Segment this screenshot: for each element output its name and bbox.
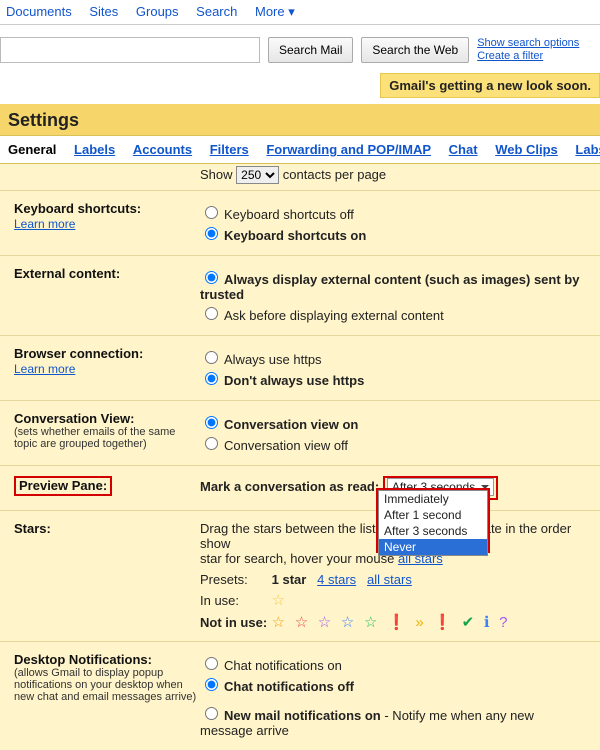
nav-more[interactable]: More ▾ bbox=[255, 4, 295, 19]
preview-pane-label: Preview Pane: bbox=[14, 476, 112, 496]
external-content-row: External content: Always display externa… bbox=[0, 256, 600, 336]
external-ask-label: Ask before displaying external content bbox=[224, 308, 444, 323]
external-ask-radio[interactable] bbox=[205, 307, 218, 320]
star-yellow-icon[interactable]: ☆ bbox=[272, 592, 285, 609]
nav-sites[interactable]: Sites bbox=[89, 4, 118, 19]
top-nav: Documents Sites Groups Search More ▾ bbox=[0, 0, 600, 25]
https-always-radio[interactable] bbox=[205, 351, 218, 364]
tab-accounts[interactable]: Accounts bbox=[133, 142, 192, 157]
conv-on-radio[interactable] bbox=[205, 416, 218, 429]
keyboard-learn-more-link[interactable]: Learn more bbox=[14, 217, 75, 231]
mark-as-read-menu: Immediately After 1 second After 3 secon… bbox=[378, 490, 488, 556]
conv-off-label: Conversation view off bbox=[224, 438, 348, 453]
bang-yellow-icon[interactable]: ❗ bbox=[433, 614, 452, 631]
bang-red-icon[interactable]: ❗ bbox=[387, 614, 406, 631]
settings-title: Settings bbox=[0, 104, 600, 135]
desktop-notifications-sub: (allows Gmail to display popup notificat… bbox=[14, 667, 200, 703]
stars-row: Stars: Drag the stars between the lists.… bbox=[0, 511, 600, 642]
browser-learn-more-link[interactable]: Learn more bbox=[14, 362, 75, 376]
https-not-always-radio[interactable] bbox=[205, 372, 218, 385]
show-search-options-link[interactable]: Show search options bbox=[477, 37, 579, 49]
show-label: Show bbox=[200, 167, 233, 182]
conv-on-label: Conversation view on bbox=[224, 417, 358, 432]
star-orange-icon[interactable]: ☆ bbox=[272, 614, 285, 631]
option-after-1s[interactable]: After 1 second bbox=[379, 507, 487, 523]
external-always-label: Always display external content (such as… bbox=[200, 272, 579, 302]
keyboard-shortcuts-row: Keyboard shortcuts: Learn more Keyboard … bbox=[0, 191, 600, 256]
check-green-icon[interactable]: ✔ bbox=[462, 614, 475, 631]
presets-label: Presets: bbox=[200, 572, 268, 587]
conversation-view-sub: (sets whether emails of the same topic a… bbox=[14, 426, 200, 450]
external-content-label: External content: bbox=[14, 266, 120, 281]
option-immediately[interactable]: Immediately bbox=[379, 491, 487, 507]
external-always-radio[interactable] bbox=[205, 271, 218, 284]
nav-groups[interactable]: Groups bbox=[136, 4, 179, 19]
tab-labels[interactable]: Labels bbox=[74, 142, 115, 157]
star-red-icon[interactable]: ☆ bbox=[295, 614, 308, 631]
keyboard-on-radio[interactable] bbox=[205, 227, 218, 240]
not-in-use-label: Not in use: bbox=[200, 615, 268, 630]
settings-panel: Settings General Labels Accounts Filters… bbox=[0, 104, 600, 750]
show-suffix: contacts per page bbox=[283, 167, 386, 182]
browser-connection-label: Browser connection: bbox=[14, 346, 143, 361]
nav-search[interactable]: Search bbox=[196, 4, 237, 19]
tab-forwarding[interactable]: Forwarding and POP/IMAP bbox=[266, 142, 431, 157]
in-use-label: In use: bbox=[200, 593, 268, 608]
stars-label: Stars: bbox=[14, 521, 51, 536]
new-look-banner: Gmail's getting a new look soon. bbox=[380, 73, 600, 98]
page-size-select[interactable]: 250 bbox=[236, 166, 279, 184]
preview-pane-row: Preview Pane: Mark a conversation as rea… bbox=[0, 466, 600, 511]
tab-filters[interactable]: Filters bbox=[210, 142, 249, 157]
chat-notif-off-label: Chat notifications off bbox=[224, 679, 354, 694]
conv-off-radio[interactable] bbox=[205, 437, 218, 450]
search-web-button[interactable]: Search the Web bbox=[361, 37, 469, 63]
browser-connection-row: Browser connection: Learn more Always us… bbox=[0, 336, 600, 401]
page-size-row: Show 250 contacts per page bbox=[0, 164, 600, 191]
nav-documents[interactable]: Documents bbox=[6, 4, 72, 19]
mail-notif-on-radio[interactable] bbox=[205, 707, 218, 720]
info-blue-icon[interactable]: ℹ bbox=[484, 614, 490, 631]
chat-notif-on-radio[interactable] bbox=[205, 657, 218, 670]
keyboard-off-radio[interactable] bbox=[205, 206, 218, 219]
search-links: Show search options Create a filter bbox=[477, 37, 579, 63]
preset-1star[interactable]: 1 star bbox=[272, 572, 307, 587]
star-purple-icon[interactable]: ☆ bbox=[318, 614, 331, 631]
settings-content: Show 250 contacts per page Keyboard shor… bbox=[0, 164, 600, 750]
conversation-view-label: Conversation View: bbox=[14, 411, 134, 426]
tab-labs[interactable]: Labs bbox=[575, 142, 600, 157]
settings-tabs: General Labels Accounts Filters Forwardi… bbox=[0, 135, 600, 164]
keyboard-off-label: Keyboard shortcuts off bbox=[224, 207, 354, 222]
question-purple-icon[interactable]: ? bbox=[499, 614, 507, 631]
chat-notif-off-radio[interactable] bbox=[205, 678, 218, 691]
keyboard-shortcuts-label: Keyboard shortcuts: bbox=[14, 201, 141, 216]
mail-notif-on-label: New mail notifications on bbox=[224, 708, 381, 723]
search-mail-button[interactable]: Search Mail bbox=[268, 37, 353, 63]
arrow-yellow-icon[interactable]: » bbox=[415, 614, 423, 631]
tab-general[interactable]: General bbox=[8, 142, 56, 157]
https-always-label: Always use https bbox=[224, 352, 322, 367]
tab-webclips[interactable]: Web Clips bbox=[495, 142, 558, 157]
option-never[interactable]: Never bbox=[379, 539, 487, 555]
search-bar: Search Mail Search the Web Show search o… bbox=[0, 25, 600, 73]
create-filter-link[interactable]: Create a filter bbox=[477, 50, 543, 62]
https-not-always-label: Don't always use https bbox=[224, 373, 364, 388]
preset-4stars[interactable]: 4 stars bbox=[317, 572, 356, 587]
desktop-notifications-row: Desktop Notifications: (allows Gmail to … bbox=[0, 642, 600, 750]
chat-notif-on-label: Chat notifications on bbox=[224, 658, 342, 673]
option-after-3s[interactable]: After 3 seconds bbox=[379, 523, 487, 539]
keyboard-on-label: Keyboard shortcuts on bbox=[224, 228, 366, 243]
search-input[interactable] bbox=[0, 37, 260, 63]
tab-chat[interactable]: Chat bbox=[449, 142, 478, 157]
conversation-view-row: Conversation View: (sets whether emails … bbox=[0, 401, 600, 466]
mark-as-read-label: Mark a conversation as read: bbox=[200, 479, 379, 494]
star-blue-icon[interactable]: ☆ bbox=[341, 614, 354, 631]
star-green-icon[interactable]: ☆ bbox=[364, 614, 377, 631]
desktop-notifications-label: Desktop Notifications: bbox=[14, 652, 152, 667]
preset-allstars[interactable]: all stars bbox=[367, 572, 412, 587]
